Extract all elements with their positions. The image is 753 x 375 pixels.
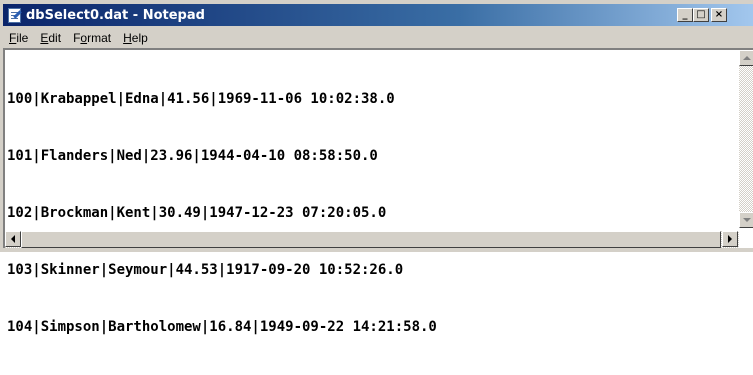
- document-line: 101|Flanders|Ned|23.96|1944-04-10 08:58:…: [7, 148, 378, 164]
- scroll-up-button[interactable]: [739, 50, 753, 66]
- scroll-up-arrow-icon: [743, 56, 751, 60]
- vertical-scrollbar[interactable]: [739, 50, 753, 228]
- document-text[interactable]: 100|Krabappel|Edna|41.56|1969-11-06 10:0…: [7, 52, 437, 375]
- title-bar[interactable]: dbSelect0.dat - Notepad: [3, 4, 753, 26]
- maximize-button[interactable]: □: [693, 8, 709, 22]
- window-title: dbSelect0.dat - Notepad: [26, 7, 205, 23]
- document-line: 100|Krabappel|Edna|41.56|1969-11-06 10:0…: [7, 91, 395, 107]
- minimize-button[interactable]: _: [677, 8, 693, 22]
- menu-edit[interactable]: Edit: [34, 31, 67, 45]
- scroll-left-button[interactable]: [5, 231, 21, 247]
- scroll-down-arrow-icon: [743, 218, 751, 222]
- scroll-right-button[interactable]: [722, 231, 738, 247]
- menu-bar: File Edit Format Help: [3, 28, 753, 47]
- scroll-left-arrow-icon: [11, 235, 15, 243]
- scroll-right-arrow-icon: [728, 235, 732, 243]
- close-button[interactable]: ×: [711, 8, 727, 22]
- notepad-window: dbSelect0.dat - Notepad _ □ × File Edit …: [0, 0, 753, 335]
- document-line: 104|Simpson|Bartholomew|16.84|1949-09-22…: [7, 319, 437, 335]
- document-line: 103|Skinner|Seymour|44.53|1917-09-20 10:…: [7, 262, 404, 278]
- scroll-down-button[interactable]: [739, 212, 753, 228]
- text-editor[interactable]: 100|Krabappel|Edna|41.56|1969-11-06 10:0…: [3, 48, 753, 335]
- menu-help[interactable]: Help: [117, 31, 154, 45]
- caption-buttons: _ □ ×: [677, 8, 745, 22]
- notepad-icon[interactable]: [6, 7, 22, 23]
- horizontal-scroll-thumb[interactable]: [21, 231, 721, 248]
- menu-format[interactable]: Format: [67, 31, 117, 45]
- horizontal-scrollbar[interactable]: [5, 231, 739, 248]
- document-line: 102|Brockman|Kent|30.49|1947-12-23 07:20…: [7, 205, 387, 221]
- menu-file[interactable]: File: [3, 31, 34, 45]
